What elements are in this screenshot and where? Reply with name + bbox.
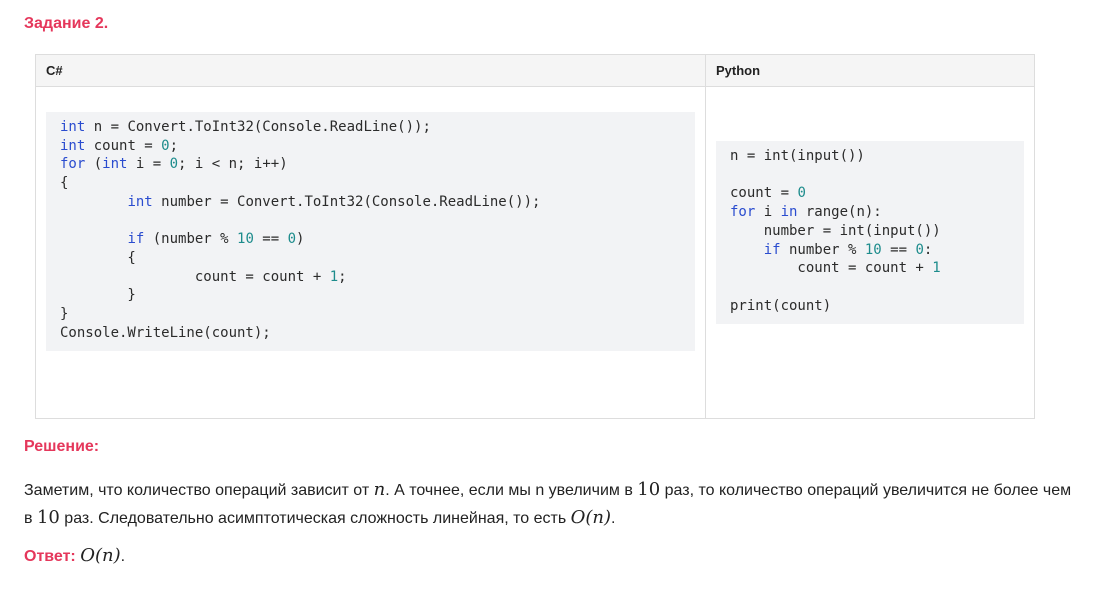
header-csharp: C# [35,54,706,87]
csharp-code-block: int n = Convert.ToInt32(Console.ReadLine… [46,112,695,351]
code-number: 10 [237,231,254,248]
code-text: ; [169,137,179,154]
code-line: print(count) [730,298,831,314]
math-big-o: O(n) [570,507,612,528]
python-cell: n = int(input()) count = 0 for i in rang… [705,86,1035,419]
math-ten-b: 10 [36,507,60,528]
code-keyword: int [60,137,86,154]
code-line: int number = Convert.ToInt32(Console.Rea… [60,194,540,210]
answer-end: . [120,548,126,565]
code-line: { [60,175,68,191]
code-line: count = count + 1 [730,260,941,277]
code-text: number = Convert.ToInt32(Console.ReadLin… [152,193,541,210]
code-text: n = Convert.ToInt32(Console.ReadLine()); [85,119,431,135]
code-text: == [253,231,288,248]
code-line: count = count + 1; [60,269,347,285]
code-number: 0 [797,185,806,202]
solution-text-5: . [611,510,616,527]
code-number: 10 [864,241,882,258]
csharp-cell: int n = Convert.ToInt32(Console.ReadLine… [35,86,706,419]
math-ten: 10 [637,479,661,500]
code-number: 1 [932,260,941,277]
code-text: Console.WriteLine(count); [60,324,271,341]
solution-paragraph: Заметим, что количество операций зависит… [24,476,1074,532]
code-text: == [881,241,916,258]
answer-line: Ответ: O(n). [24,542,1074,570]
code-text: i [755,204,781,221]
answer-math: O(n) [80,545,121,566]
code-line: } [60,287,136,304]
task-title: Задание 2. [24,15,109,32]
code-comparison-table: C# Python int n = Convert.ToInt32(Consol… [35,54,1035,419]
code-number: 0 [287,231,297,248]
python-code-block: n = int(input()) count = 0 for i in rang… [716,141,1024,324]
code-text: i = [127,156,170,173]
code-number: 0 [161,137,170,154]
code-text: print(count) [730,297,832,314]
code-text: n = int(input()) [730,148,865,164]
code-text: { [60,249,136,266]
code-text: ( [85,156,103,173]
solution-text-1: Заметим, что количество операций зависит… [24,482,374,499]
code-line: if (number % 10 == 0) [60,231,304,247]
code-text: : [923,241,933,258]
code-text: count = count + [730,260,933,277]
code-line: { [60,249,136,266]
code-text: number % [780,241,865,258]
code-number: 0 [169,156,179,173]
code-line: int count = 0; [60,138,178,154]
code-text: { [60,175,69,192]
code-number: 1 [329,268,339,285]
code-line: for i in range(n): [730,204,882,220]
code-keyword: for [730,204,756,221]
code-text: ; i < n; i++) [178,156,288,173]
answer-label: Ответ: [24,548,76,565]
code-line: for (int i = 0; i < n; i++) [60,156,288,172]
code-keyword: if [127,231,145,248]
code-line: count = 0 [730,185,806,201]
code-text: range(n): [797,204,882,221]
code-keyword: if [763,241,781,258]
header-python: Python [705,54,1035,87]
code-keyword: for [60,156,86,173]
code-text: ; [338,268,347,285]
solution-text-2: . А точнее, если мы n увеличим в [385,482,638,499]
code-keyword: int [127,193,153,210]
math-n: n [373,479,386,500]
code-line: n = int(input()) [730,148,865,164]
solution-text-4: раз. Следовательно асимптотическая сложн… [59,510,571,527]
code-text: ) [296,231,305,248]
code-text: } [60,287,136,304]
code-line: if number % 10 == 0: [730,241,933,258]
code-line: Console.WriteLine(count); [60,325,271,341]
code-text: (number % [144,231,238,248]
code-keyword: in [780,204,798,221]
code-text: } [60,306,69,323]
code-number: 0 [915,241,924,258]
code-line: } [60,306,68,322]
code-keyword: int [102,156,128,173]
code-text: count = count + [60,268,330,285]
code-line: number = int(input()) [730,223,941,239]
code-keyword: int [60,119,86,135]
code-text: number = int(input()) [730,222,941,239]
code-line: int n = Convert.ToInt32(Console.ReadLine… [60,119,431,135]
code-text: count = [730,185,798,202]
solution-title: Решение: [24,438,100,455]
code-text: count = [85,137,162,154]
